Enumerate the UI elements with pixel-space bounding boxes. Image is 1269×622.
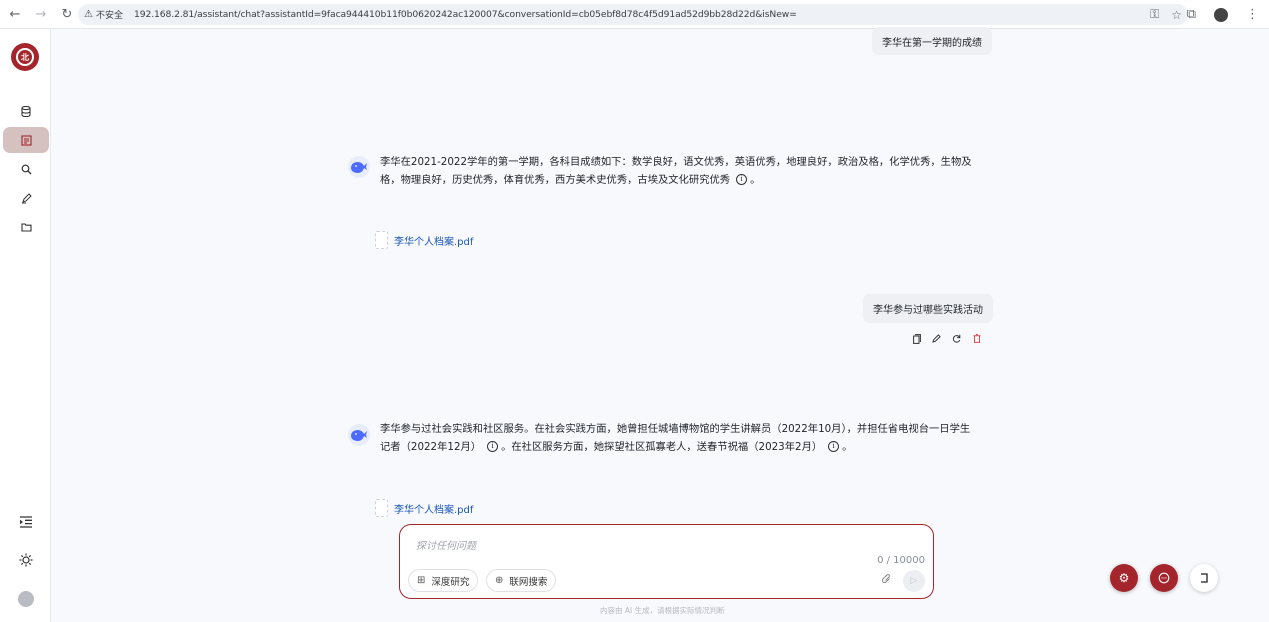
delete-icon[interactable] xyxy=(971,334,982,344)
reload-icon[interactable]: ↻ xyxy=(54,1,80,27)
deep-research-label: 深度研究 xyxy=(431,576,470,588)
chat-bubble-icon xyxy=(1158,572,1170,584)
url-text[interactable]: 192.168.2.81/assistant/chat?assistantId=… xyxy=(134,9,797,20)
user-message-bubble: 李华在第一学期的成绩 xyxy=(872,27,992,55)
web-search-button[interactable]: ⊕ 联网搜索 xyxy=(486,569,557,592)
database-icon xyxy=(21,105,31,117)
assistant-message-end: 。 xyxy=(842,441,853,453)
user-message-bubble: 李华参与过哪些实践活动 xyxy=(863,294,993,323)
assistant-message-text-part2: 。在社区服务方面，她探望社区孤寡老人，送春节祝福（2023年2月） xyxy=(501,441,823,453)
warning-icon: ⚠ xyxy=(84,9,93,20)
sidebar: 北 xyxy=(0,29,51,622)
grid-icon: ⊞ xyxy=(417,575,426,586)
user-avatar-button[interactable] xyxy=(0,591,51,607)
profile-icon[interactable] xyxy=(1214,7,1228,22)
file-icon xyxy=(375,231,388,249)
sidebar-item-edit[interactable] xyxy=(3,185,49,211)
file-reference[interactable]: 李华个人档案.pdf xyxy=(375,499,473,517)
web-search-label: 联网搜索 xyxy=(509,576,548,588)
settings-fab[interactable]: ⚙ xyxy=(1110,564,1138,592)
browser-toolbar: ← → ↻ ⚠ 不安全 192.168.2.81/assistant/chat?… xyxy=(0,0,1269,29)
char-counter: 0 / 10000 xyxy=(877,555,925,566)
file-reference[interactable]: 李华个人档案.pdf xyxy=(375,231,473,249)
key-icon[interactable]: ⚿ xyxy=(1150,7,1159,22)
whale-icon xyxy=(351,430,367,441)
file-name[interactable]: 李华个人档案.pdf xyxy=(394,233,473,248)
theme-toggle-button[interactable] xyxy=(0,553,51,567)
chat-area: 李华在第一学期的成绩 李华在2021-2022学年的第一学期，各科目成绩如下：数… xyxy=(52,27,1269,622)
attach-icon[interactable] xyxy=(881,574,891,587)
gear-icon: ⚙ xyxy=(1118,571,1130,585)
message-actions xyxy=(911,334,982,344)
copy-icon[interactable] xyxy=(911,334,922,344)
address-bar[interactable]: ⚠ 不安全 192.168.2.81/assistant/chat?assist… xyxy=(78,4,1188,25)
chat-fab[interactable] xyxy=(1150,564,1178,592)
deep-research-button[interactable]: ⊞ 深度研究 xyxy=(408,569,479,592)
sidebar-item-database[interactable] xyxy=(3,98,49,124)
citation-info-icon[interactable]: i xyxy=(487,440,499,452)
indent-icon xyxy=(19,516,32,528)
sidebar-item-documents[interactable] xyxy=(3,127,49,153)
document-icon xyxy=(20,134,32,146)
sidebar-item-folder[interactable] xyxy=(3,214,49,240)
send-icon: ▷ xyxy=(910,576,918,586)
assistant-avatar xyxy=(348,424,370,446)
assistant-avatar xyxy=(348,156,370,178)
menu-icon[interactable]: ⋮ xyxy=(1246,7,1259,22)
citation-info-icon[interactable]: i xyxy=(736,173,748,185)
assistant-message-text: 李华在2021-2022学年的第一学期，各科目成绩如下：数学良好，语文优秀，英语… xyxy=(380,156,972,186)
insecure-label: 不安全 xyxy=(95,11,123,21)
ai-disclaimer: 内容由 AI 生成，请根据实际情况判断 xyxy=(600,606,725,615)
avatar xyxy=(17,591,34,607)
extensions-icon[interactable]: ⧉ xyxy=(1187,7,1196,22)
university-logo: 北 xyxy=(11,43,39,71)
bracket-icon xyxy=(1201,573,1208,583)
sidebar-item-search[interactable] xyxy=(3,156,49,182)
star-icon[interactable]: ☆ xyxy=(1171,8,1182,22)
search-icon xyxy=(21,164,31,174)
message-input[interactable]: 探讨任何问题 xyxy=(416,537,476,552)
file-name[interactable]: 李华个人档案.pdf xyxy=(394,501,473,516)
send-button[interactable]: ▷ xyxy=(903,570,925,592)
collapse-sidebar-button[interactable] xyxy=(0,516,51,528)
edit-icon[interactable] xyxy=(931,334,942,344)
edit-link-icon xyxy=(21,192,32,203)
sun-icon xyxy=(19,553,32,567)
forward-icon[interactable]: → xyxy=(28,1,54,27)
citation-info-icon[interactable]: i xyxy=(828,440,840,452)
file-icon xyxy=(375,499,388,517)
assistant-message-end: 。 xyxy=(750,174,761,186)
back-icon[interactable]: ← xyxy=(2,1,28,27)
globe-icon: ⊕ xyxy=(495,575,504,586)
regenerate-icon[interactable] xyxy=(951,334,962,344)
folder-icon xyxy=(20,223,32,232)
message-composer[interactable]: 探讨任何问题 0 / 10000 ⊞ 深度研究 ⊕ 联网搜索 ▷ xyxy=(399,524,934,599)
assistant-message: 李华在2021-2022学年的第一学期，各科目成绩如下：数学良好，语文优秀，英语… xyxy=(380,153,980,189)
assistant-message: 李华参与过社会实践和社区服务。在社会实践方面，她曾担任城墙博物馆的学生讲解员（2… xyxy=(380,420,980,456)
whale-icon xyxy=(351,162,367,173)
panel-toggle-fab[interactable] xyxy=(1190,564,1218,592)
